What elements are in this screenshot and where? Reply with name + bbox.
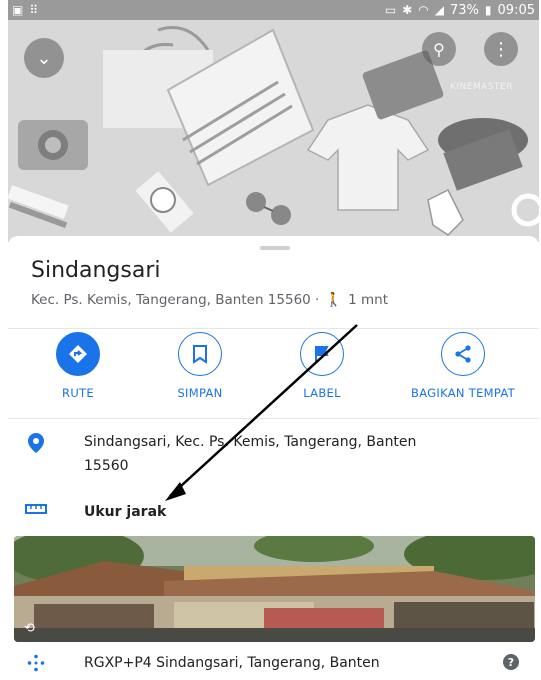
collapse-button[interactable]: ⌄ bbox=[24, 38, 64, 78]
place-title: Sindangsari bbox=[31, 258, 161, 283]
app-frame: ▣ ⠿ ▭ ✱ ◠ ◢ 73% ▮ 09:05 ⌄ ⚲ ⋮ KINEMASTER… bbox=[8, 0, 539, 680]
image-icon: ▣ bbox=[12, 3, 24, 17]
share-button[interactable]: BAGIKAN TEMPAT bbox=[388, 332, 538, 400]
save-circle bbox=[178, 332, 222, 376]
divider bbox=[8, 328, 539, 329]
label-button[interactable]: LABEL bbox=[262, 332, 382, 400]
share-label: BAGIKAN TEMPAT bbox=[411, 386, 515, 400]
place-subtitle: Kec. Ps. Kemis, Tangerang, Banten 15560 … bbox=[31, 292, 388, 308]
walk-time: 1 mnt bbox=[348, 292, 389, 308]
place-hero-image[interactable]: ⌄ ⚲ ⋮ KINEMASTER bbox=[8, 20, 539, 242]
ruler-icon bbox=[8, 500, 64, 516]
street-view-icon: ⟲ bbox=[24, 621, 35, 636]
directions-button[interactable]: RUTE bbox=[18, 332, 138, 400]
search-button[interactable]: ⚲ bbox=[422, 32, 456, 66]
walk-icon: 🚶 bbox=[325, 292, 343, 308]
address-text: Sindangsari, Kec. Ps. Kemis, Tangerang, … bbox=[84, 430, 416, 478]
measure-distance-row[interactable]: Ukur jarak bbox=[8, 500, 539, 524]
bluetooth-icon: ✱ bbox=[402, 3, 413, 17]
wifi-icon: ◠ bbox=[418, 3, 429, 17]
plus-code-icon bbox=[8, 654, 64, 672]
cast-icon: ▭ bbox=[384, 3, 397, 17]
bookmark-icon bbox=[193, 345, 207, 364]
save-label: SIMPAN bbox=[177, 386, 223, 400]
action-bar: RUTE SIMPAN LABEL BAGIKAN TEMPAT bbox=[8, 332, 539, 422]
watermark: KINEMASTER bbox=[449, 82, 513, 92]
divider bbox=[8, 418, 539, 419]
location-pin-icon bbox=[8, 430, 64, 454]
directions-label: RUTE bbox=[62, 386, 94, 400]
chevron-down-icon: ⌄ bbox=[36, 47, 52, 69]
clock: 09:05 bbox=[497, 2, 535, 18]
measure-distance-label: Ukur jarak bbox=[84, 504, 167, 520]
address-row[interactable]: Sindangsari, Kec. Ps. Kemis, Tangerang, … bbox=[8, 430, 539, 478]
battery-percent: 73% bbox=[450, 2, 479, 18]
share-circle bbox=[441, 332, 485, 376]
directions-circle bbox=[56, 332, 100, 376]
more-options-button[interactable]: ⋮ bbox=[484, 32, 518, 66]
more-vert-icon: ⋮ bbox=[492, 38, 510, 60]
place-sheet: Sindangsari Kec. Ps. Kemis, Tangerang, B… bbox=[8, 236, 539, 680]
directions-icon bbox=[69, 345, 87, 363]
address-line1: Sindangsari, Kec. Ps. Kemis, Tangerang, … bbox=[84, 434, 417, 450]
place-address-short: Kec. Ps. Kemis, Tangerang, Banten 15560 … bbox=[31, 292, 320, 308]
flag-icon bbox=[315, 346, 329, 362]
save-button[interactable]: SIMPAN bbox=[140, 332, 260, 400]
street-photo-illustration bbox=[14, 536, 535, 642]
grid-icon: ⠿ bbox=[29, 3, 39, 17]
drag-handle[interactable] bbox=[260, 246, 290, 250]
hero-illustration bbox=[8, 20, 539, 242]
battery-icon: ▮ bbox=[484, 3, 492, 17]
label-circle bbox=[300, 332, 344, 376]
search-icon: ⚲ bbox=[433, 39, 445, 59]
status-bar: ▣ ⠿ ▭ ✱ ◠ ◢ 73% ▮ 09:05 bbox=[8, 0, 539, 20]
plus-code-text: RGXP+P4 Sindangsari, Tangerang, Banten bbox=[84, 655, 380, 671]
street-view-photo[interactable]: ⟲ bbox=[14, 536, 535, 642]
address-line2: 15560 bbox=[84, 458, 129, 474]
label-label: LABEL bbox=[303, 386, 341, 400]
signal-icon: ◢ bbox=[434, 3, 445, 17]
share-icon bbox=[455, 345, 471, 363]
plus-code-row[interactable]: RGXP+P4 Sindangsari, Tangerang, Banten ? bbox=[8, 648, 539, 678]
help-icon[interactable]: ? bbox=[503, 654, 519, 670]
